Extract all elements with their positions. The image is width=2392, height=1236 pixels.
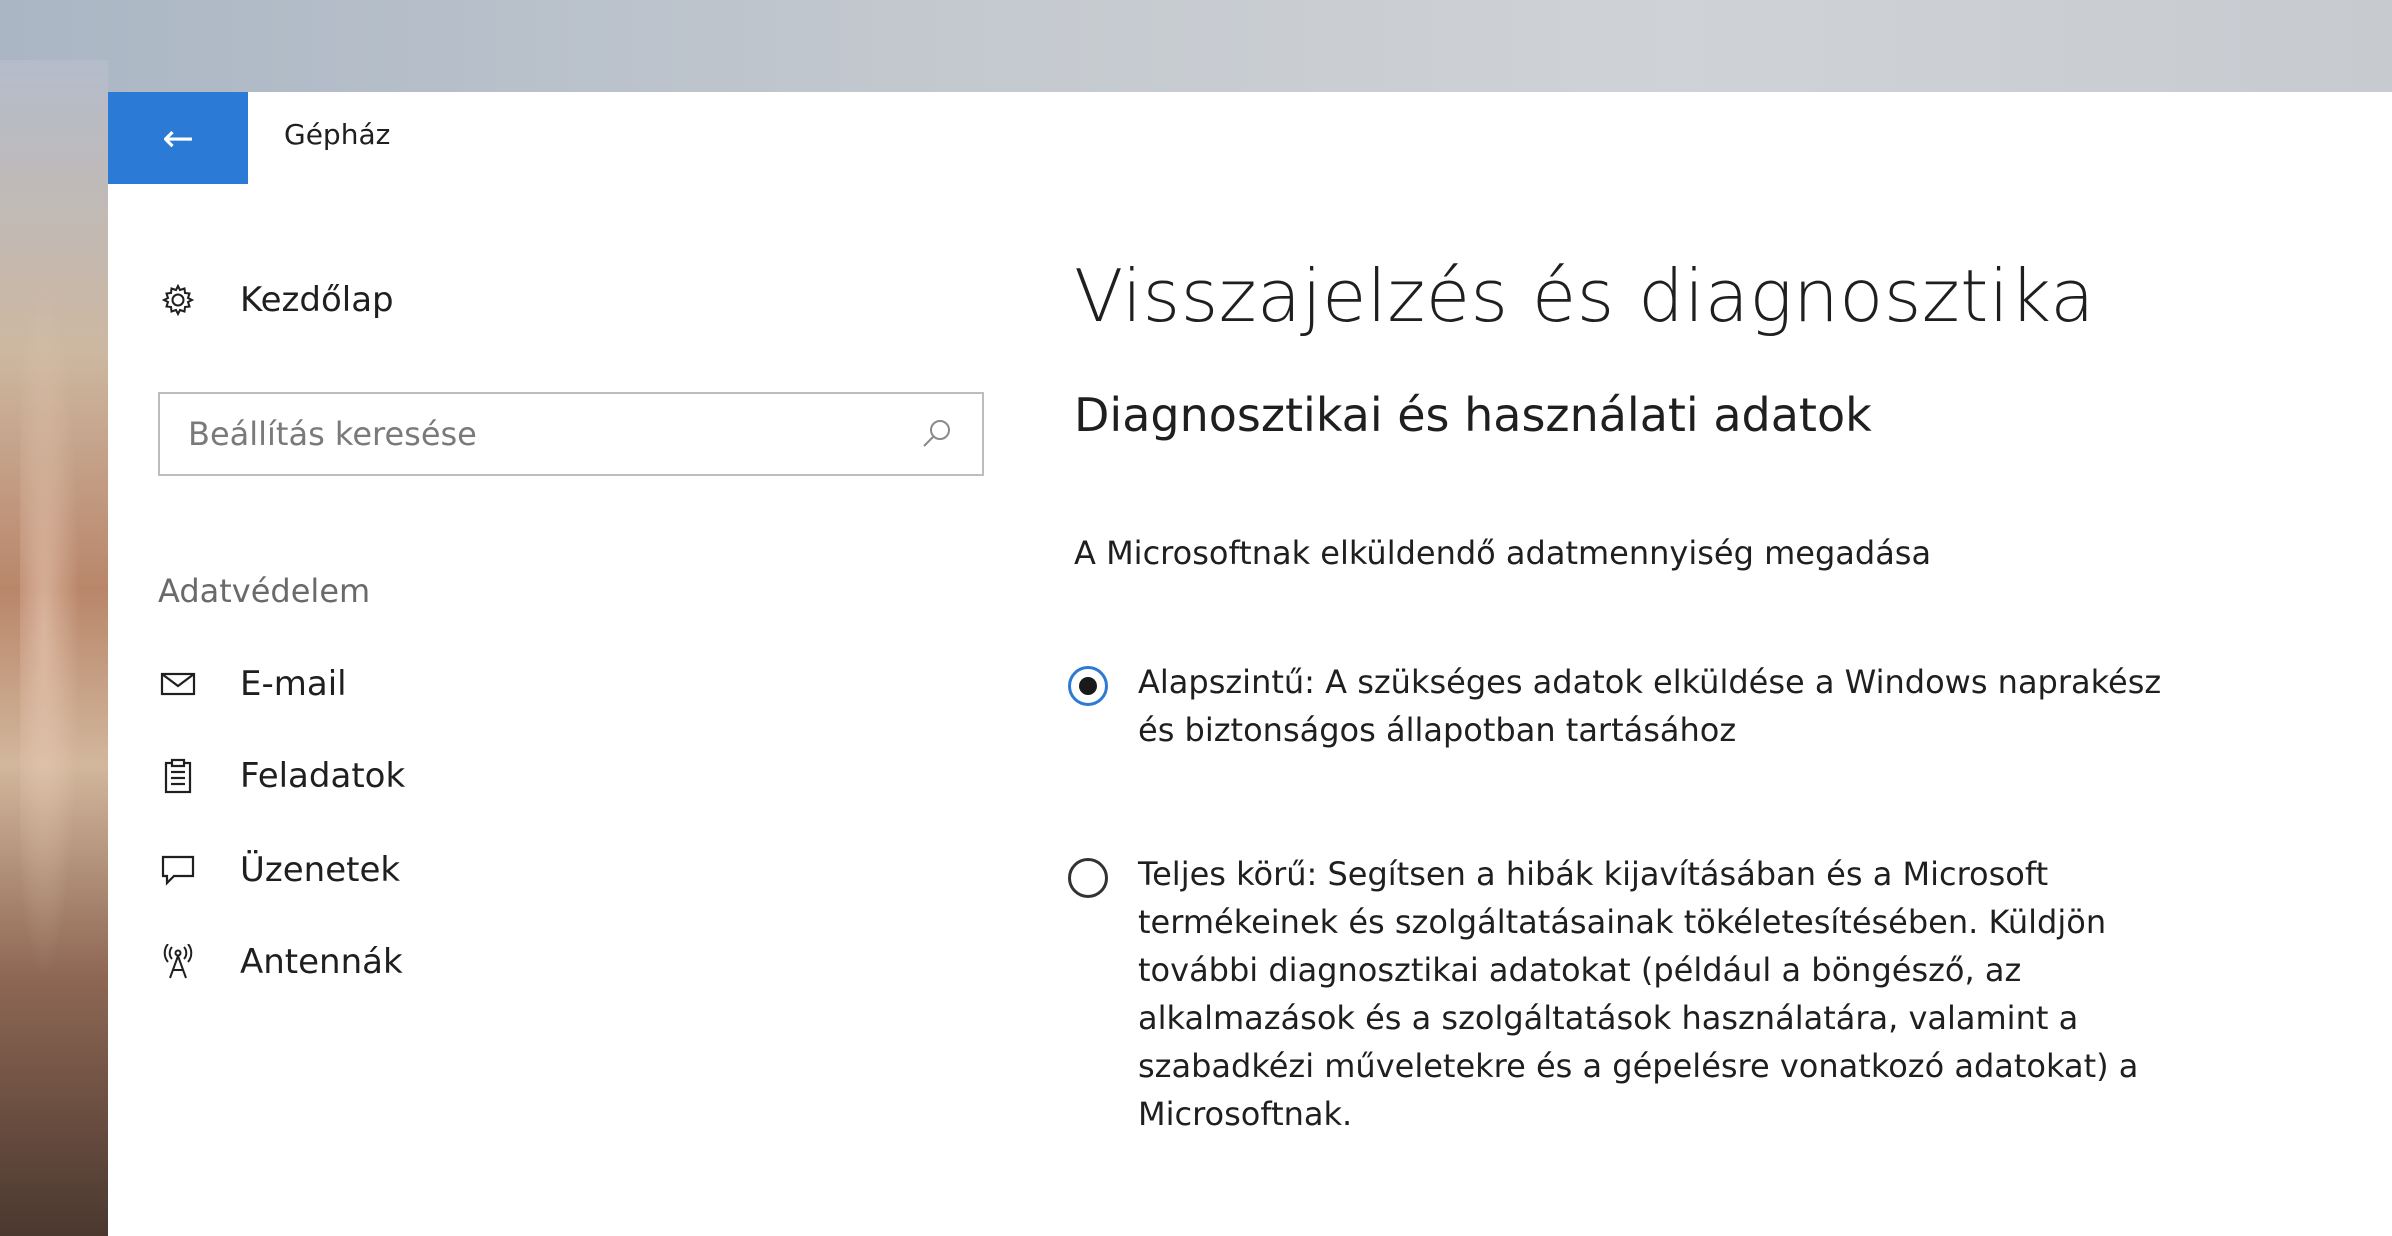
sidebar-item-home[interactable]: Kezdőlap — [158, 270, 394, 330]
section-description: A Microsoftnak elküldendő adatmennyiség … — [1074, 534, 1932, 572]
sidebar-item-email[interactable]: E-mail — [158, 654, 347, 714]
radio-button-selected[interactable] — [1068, 666, 1108, 706]
search-input[interactable] — [160, 394, 908, 474]
sidebar-item-antennas[interactable]: Antennák — [158, 932, 403, 992]
sidebar-item-label: Üzenetek — [240, 850, 401, 890]
sidebar-item-messages[interactable]: Üzenetek — [158, 840, 400, 900]
left-arrow-icon: ← — [162, 116, 194, 160]
radio-option-basic[interactable]: Alapszintű: A szükséges adatok elküldése… — [1068, 658, 2392, 754]
settings-window: ← Gépház Kezdőlap Adatvédelem — [108, 92, 2392, 1236]
desktop-top-band — [0, 0, 2392, 92]
gear-icon — [158, 280, 198, 320]
chat-icon — [158, 850, 198, 890]
antenna-icon — [158, 942, 198, 982]
sidebar-item-label: Feladatok — [240, 756, 406, 796]
sidebar-item-label: Antennák — [240, 942, 403, 982]
app-title: Gépház — [284, 118, 391, 151]
sidebar-home-label: Kezdőlap — [240, 280, 394, 320]
sidebar-item-tasks[interactable]: Feladatok — [158, 746, 405, 806]
search-box[interactable] — [158, 392, 984, 476]
desktop-left-band — [0, 60, 108, 1236]
clipboard-icon — [158, 756, 198, 796]
radio-option-full[interactable]: Teljes körű: Segítsen a hibák kijavításá… — [1068, 850, 2392, 1138]
radio-button[interactable] — [1068, 858, 1108, 898]
title-bar: ← Gépház — [108, 92, 2392, 184]
back-button[interactable]: ← — [108, 92, 248, 184]
sidebar-item-label: E-mail — [240, 664, 347, 704]
search-icon[interactable] — [916, 414, 956, 454]
radio-option-label: Alapszintű: A szükséges adatok elküldése… — [1138, 663, 2162, 749]
section-title: Diagnosztikai és használati adatok — [1074, 388, 1872, 442]
page-title: Visszajelzés és diagnosztika — [1074, 254, 2095, 338]
section-heading-privacy: Adatvédelem — [158, 572, 371, 610]
radio-option-label: Teljes körű: Segítsen a hibák kijavításá… — [1138, 855, 2139, 1133]
mail-icon — [158, 664, 198, 704]
